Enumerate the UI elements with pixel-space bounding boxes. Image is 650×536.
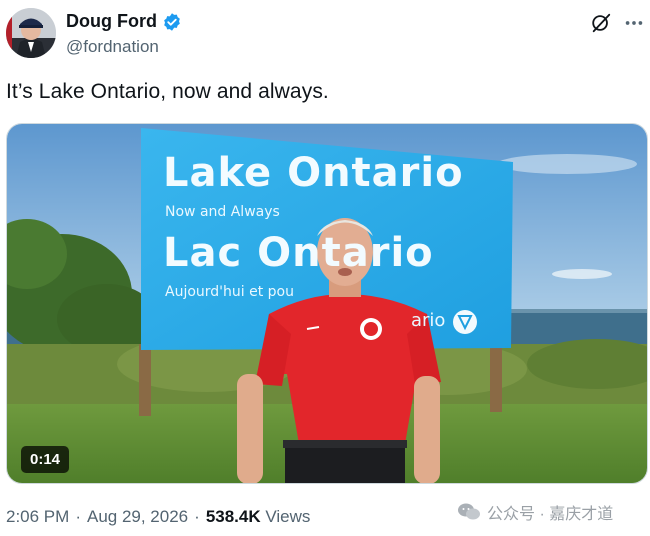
tweet-text: It’s Lake Ontario, now and always. xyxy=(6,80,329,103)
avatar-image xyxy=(6,8,56,58)
meta-separator: · xyxy=(75,507,81,526)
verified-badge-icon xyxy=(162,12,182,32)
sign-ontario-wordmark: ario xyxy=(411,310,446,331)
views-label: Views xyxy=(265,507,311,526)
watermark: 公众号 · 嘉庆才道 xyxy=(457,500,613,524)
sign-title-en: Lake Ontario xyxy=(163,150,464,196)
video-player[interactable]: Lake Ontario Now and Always Lac Ontario … xyxy=(6,123,648,484)
meta-separator: · xyxy=(194,507,200,526)
more-options-icon[interactable] xyxy=(623,12,645,34)
author-name[interactable]: Doug Ford xyxy=(66,11,157,32)
sign-title-fr: Lac Ontario xyxy=(163,230,434,276)
views-count[interactable]: 538.4K xyxy=(206,507,261,527)
tweet-time[interactable]: 2:06 PM xyxy=(6,507,69,527)
wechat-icon xyxy=(458,503,480,520)
tweet-meta: 2:06 PM · Aug 29, 2026 · 538.4K Views xyxy=(6,507,310,527)
video-duration-badge: 0:14 xyxy=(21,446,70,473)
sign-subtitle-fr: Aujourd'hui et pou xyxy=(165,284,294,300)
sign-subtitle-en: Now and Always xyxy=(165,204,280,220)
tweet-date[interactable]: Aug 29, 2026 xyxy=(87,507,188,527)
author-handle[interactable]: @fordnation xyxy=(66,37,159,57)
grok-icon[interactable] xyxy=(590,12,612,34)
avatar[interactable] xyxy=(6,8,56,58)
author-name-row: Doug Ford xyxy=(66,11,182,32)
watermark-text: 公众号 · 嘉庆才道 xyxy=(487,506,614,523)
